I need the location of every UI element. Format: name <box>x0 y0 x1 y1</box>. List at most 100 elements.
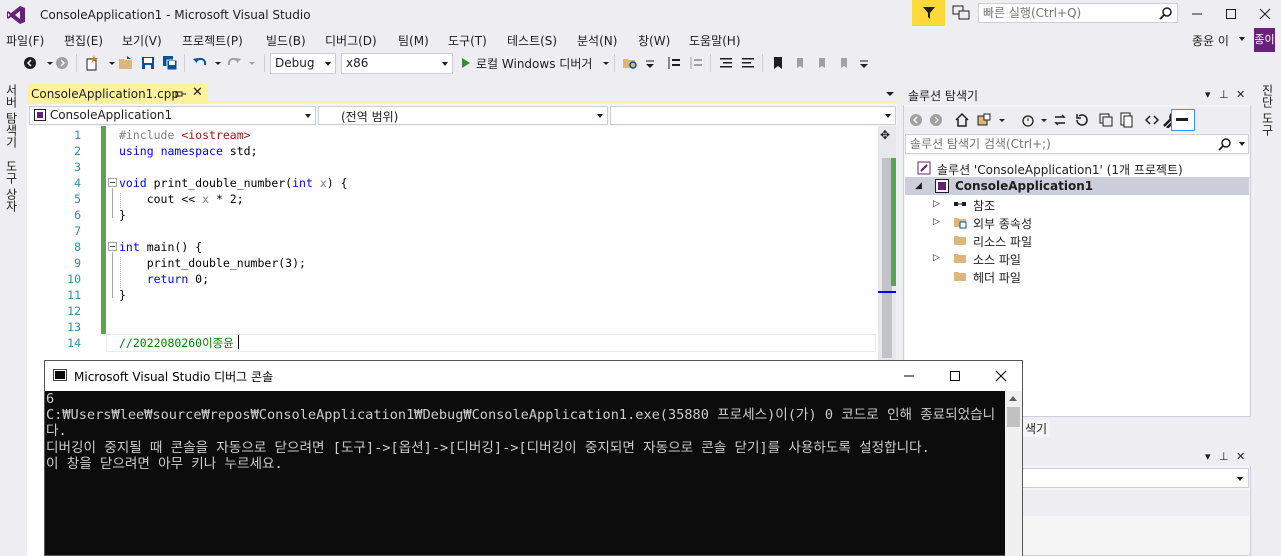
menu-item[interactable]: 분석(N) <box>577 32 617 49</box>
document-tab[interactable]: ConsoleApplication1.cpp ✕ <box>27 84 208 104</box>
toolbox-tab[interactable]: 도구 상자 <box>3 160 20 212</box>
scroll-up-arrow-icon[interactable] <box>1009 396 1017 401</box>
step-into-icon[interactable] <box>666 55 682 71</box>
navigate-back-icon[interactable] <box>22 55 38 71</box>
tab-list-dropdown-icon[interactable] <box>886 92 894 96</box>
console-close-button[interactable] <box>977 361 1023 391</box>
redo-icon[interactable] <box>226 55 242 71</box>
auto-hide-pin-icon[interactable]: ⊥ <box>1219 88 1229 101</box>
quick-launch-box[interactable] <box>978 3 1178 23</box>
close-panel-icon[interactable]: ✕ <box>1236 88 1245 101</box>
find-in-files-icon[interactable] <box>622 55 638 71</box>
search-options-dropdown-icon[interactable] <box>1239 142 1245 146</box>
menu-item[interactable]: 도움말(H) <box>689 32 741 49</box>
step-out-icon[interactable] <box>688 55 704 71</box>
redo-dropdown-icon[interactable] <box>244 55 260 71</box>
solution-explorer-tab[interactable]: 색기 <box>1022 420 1051 437</box>
split-window-icon[interactable]: ✥ <box>880 128 890 142</box>
menu-item[interactable]: 도구(T) <box>448 32 487 49</box>
collapse-arrow-icon[interactable]: ◢ <box>915 181 922 191</box>
console-maximize-button[interactable] <box>931 361 977 391</box>
menu-item[interactable]: 테스트(S) <box>507 32 557 49</box>
maximize-button[interactable] <box>1214 0 1248 26</box>
menu-item[interactable]: 프로젝트(P) <box>182 32 243 49</box>
solution-explorer-search[interactable] <box>905 134 1249 154</box>
open-folder-icon[interactable] <box>118 55 134 71</box>
menu-item[interactable]: 보기(V) <box>122 32 162 49</box>
search-icon[interactable] <box>1159 6 1173 20</box>
menu-item[interactable]: 편집(E) <box>64 32 103 49</box>
back-icon[interactable] <box>908 112 924 128</box>
save-icon[interactable] <box>140 55 156 71</box>
expand-arrow-icon[interactable]: ▷ <box>933 253 940 263</box>
tree-item-resource-files[interactable]: 리소스 파일 <box>905 231 1249 249</box>
show-all-files-icon[interactable] <box>1118 112 1134 128</box>
new-project-icon[interactable] <box>84 55 100 71</box>
window-position-dropdown-icon[interactable]: ▾ <box>1205 88 1211 101</box>
navigate-forward-icon[interactable] <box>54 55 70 71</box>
tree-item-references[interactable]: ▷ 참조 <box>905 195 1249 213</box>
undo-icon[interactable] <box>192 55 208 71</box>
window-position-dropdown-icon[interactable]: ▾ <box>1205 450 1211 463</box>
collapse-toggle[interactable] <box>108 242 117 251</box>
save-all-icon[interactable] <box>162 55 178 71</box>
previous-bookmark-icon[interactable] <box>792 55 808 71</box>
clear-bookmarks-icon[interactable] <box>836 55 852 71</box>
solution-explorer-title-bar[interactable]: 솔루션 탐색기 ▾ ⊥ ✕ <box>903 84 1251 105</box>
minimize-button[interactable] <box>1180 0 1214 26</box>
project-dropdown[interactable]: ConsoleApplication1 <box>29 106 316 125</box>
account-name[interactable]: 종윤 이 <box>1192 32 1229 49</box>
solution-search-input[interactable] <box>906 135 1206 153</box>
preview-selected-button[interactable] <box>1171 109 1195 131</box>
sync-with-document-icon[interactable] <box>1052 112 1068 128</box>
run-dropdown-icon[interactable] <box>598 55 614 71</box>
console-output[interactable]: 6 C:₩Users₩lee₩source₩repos₩ConsoleAppli… <box>46 391 1004 556</box>
close-tab-icon[interactable]: ✕ <box>192 85 203 100</box>
view-code-icon[interactable] <box>1144 112 1160 128</box>
menu-item[interactable]: 창(W) <box>638 32 670 49</box>
next-bookmark-icon[interactable] <box>814 55 830 71</box>
account-dropdown-icon[interactable] <box>1239 37 1245 41</box>
feedback-icon[interactable] <box>952 5 970 21</box>
scope-dropdown[interactable]: (전역 범위) <box>318 106 608 125</box>
server-explorer-tab[interactable]: 서버 탐색기 <box>3 84 20 148</box>
bookmark-icon[interactable] <box>770 55 786 71</box>
pin-icon[interactable] <box>175 88 187 100</box>
tree-item-source-files[interactable]: ▷ 소스 파일 <box>905 249 1249 267</box>
avatar[interactable]: 종이 <box>1254 28 1275 52</box>
glyph-margin[interactable] <box>27 126 45 556</box>
source-code[interactable]: #include <iostream> using namespace std; … <box>119 127 348 351</box>
scrollbar-thumb[interactable] <box>1007 407 1020 427</box>
expand-arrow-icon[interactable]: ▷ <box>933 199 940 209</box>
toolbar-overflow-icon[interactable] <box>856 55 872 71</box>
home-icon[interactable] <box>954 112 970 128</box>
collapse-all-icon[interactable] <box>1098 112 1114 128</box>
tree-item-project[interactable]: ◢ ConsoleApplication1 <box>905 177 1249 195</box>
menu-item[interactable]: 파일(F) <box>6 32 44 49</box>
menu-item[interactable]: 팀(M) <box>398 32 429 49</box>
tree-item-external-dependencies[interactable]: ▷ 외부 종속성 <box>905 213 1249 231</box>
switch-views-icon[interactable] <box>976 112 992 128</box>
views-dropdown-icon[interactable] <box>994 112 1010 128</box>
forward-icon[interactable] <box>928 112 944 128</box>
search-icon[interactable] <box>1218 137 1232 151</box>
filter-dropdown-icon[interactable] <box>1036 112 1052 128</box>
solution-platform-dropdown[interactable]: x86 <box>341 53 453 74</box>
solution-configuration-dropdown[interactable]: Debug <box>270 53 336 74</box>
member-dropdown[interactable] <box>610 106 896 125</box>
uncomment-lines-icon[interactable] <box>740 55 756 71</box>
start-debugging-button[interactable]: 로컬 Windows 디버거 <box>458 53 592 74</box>
comment-lines-icon[interactable] <box>718 55 734 71</box>
auto-hide-pin-icon[interactable]: ⊥ <box>1219 450 1229 463</box>
toolbar-overflow-icon[interactable] <box>642 55 658 71</box>
undo-dropdown-icon[interactable] <box>210 55 226 71</box>
menu-item[interactable]: 빌드(B) <box>266 32 306 49</box>
expand-arrow-icon[interactable]: ▷ <box>933 217 940 227</box>
menu-item[interactable]: 디버그(D) <box>325 32 377 49</box>
pending-changes-filter-icon[interactable] <box>1020 112 1036 128</box>
close-button[interactable] <box>1248 0 1281 26</box>
collapse-toggle[interactable] <box>108 178 117 187</box>
quick-launch-input[interactable] <box>979 4 1154 22</box>
notifications-filter-button[interactable] <box>912 0 945 26</box>
tree-item-solution[interactable]: 솔루션 'ConsoleApplication1' (1개 프로젝트) <box>905 159 1249 177</box>
